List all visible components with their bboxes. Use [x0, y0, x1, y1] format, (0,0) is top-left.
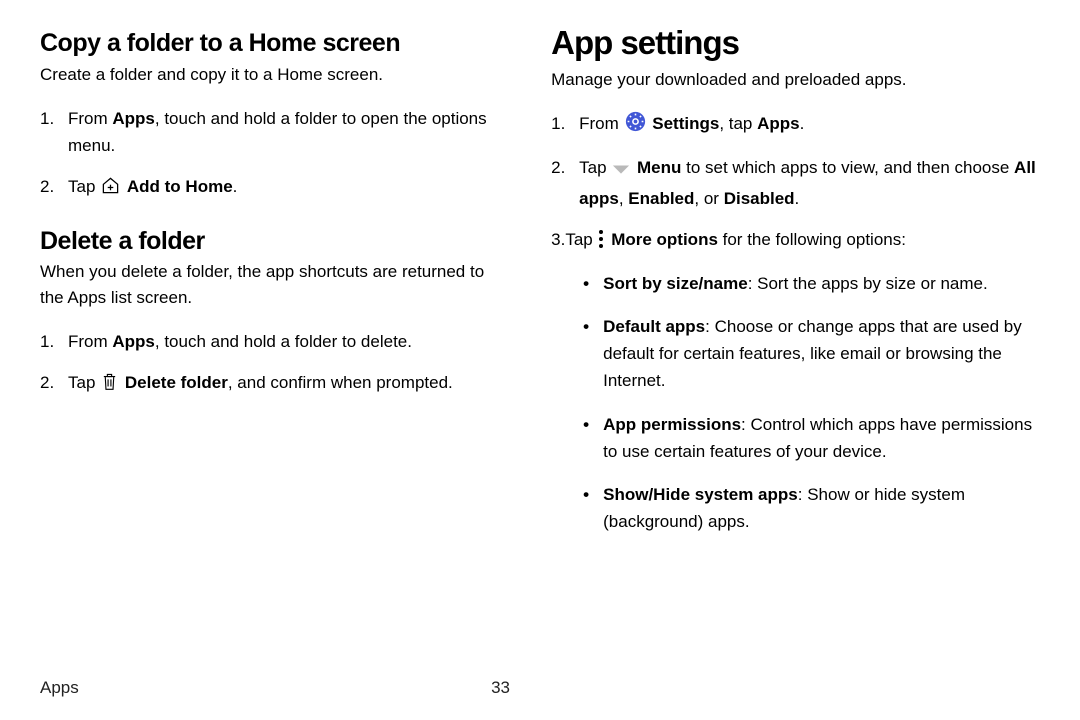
bold-label: Show/Hide system apps — [603, 485, 798, 504]
step-text: From Apps, touch and hold a folder to op… — [68, 105, 509, 159]
step-number: 3. — [551, 226, 565, 256]
home-plus-icon — [101, 176, 120, 203]
bold-apps: Apps — [757, 114, 800, 133]
step-text: From Settings, tap Apps. — [579, 110, 804, 140]
step-1: 1. From Settings, tap Apps. — [551, 110, 1040, 140]
intro-copy-folder: Create a folder and copy it to a Home sc… — [40, 62, 509, 88]
bold-menu: Menu — [637, 158, 681, 177]
bullet-text: App permissions: Control which apps have… — [603, 411, 1040, 465]
text-fragment: Tap — [68, 373, 100, 392]
text-fragment: . — [233, 177, 238, 196]
footer-section: Apps — [40, 678, 79, 698]
step-2: 2. Tap Add to Home. — [40, 173, 509, 203]
text-fragment: , and confirm when prompted. — [228, 373, 453, 392]
intro-delete-folder: When you delete a folder, the app shortc… — [40, 259, 509, 310]
text-fragment: , tap — [719, 114, 757, 133]
right-column: App settings Manage your downloaded and … — [551, 30, 1040, 660]
text-fragment: Tap — [68, 177, 100, 196]
bullet-sort: • Sort by size/name: Sort the apps by si… — [579, 270, 1040, 297]
step-number: 2. — [551, 154, 579, 211]
bold-apps: Apps — [112, 332, 155, 351]
text-fragment: , or — [694, 189, 723, 208]
bold-apps: Apps — [112, 109, 155, 128]
step-number: 1. — [551, 110, 579, 140]
text-fragment: to set which apps to view, and then choo… — [681, 158, 1014, 177]
text-fragment: From — [68, 332, 112, 351]
bold-add-to-home: Add to Home — [127, 177, 233, 196]
text-fragment: Tap — [579, 158, 611, 177]
step-text: Tap Add to Home. — [68, 173, 237, 203]
steps-app-settings: 1. From Settings, tap Apps. 2. Tap Menu … — [551, 110, 1040, 551]
page-footer: Apps 33 — [40, 678, 510, 698]
step-number: 1. — [40, 105, 68, 159]
chevron-down-icon — [612, 157, 630, 184]
bullet-marker: • — [579, 313, 603, 395]
left-column: Copy a folder to a Home screen Create a … — [40, 30, 509, 660]
bold-disabled: Disabled — [724, 189, 795, 208]
bullet-default-apps: • Default apps: Choose or change apps th… — [579, 313, 1040, 395]
text-fragment: . — [795, 189, 800, 208]
step-text: Tap More options for the following optio… — [565, 226, 906, 256]
trash-icon — [101, 372, 118, 399]
bullet-marker: • — [579, 481, 603, 535]
bold-label: App permissions — [603, 415, 741, 434]
heading-copy-folder: Copy a folder to a Home screen — [40, 30, 509, 58]
bullet-show-hide: • Show/Hide system apps: Show or hide sy… — [579, 481, 1040, 535]
text-fragment: From — [68, 109, 112, 128]
bullet-marker: • — [579, 270, 603, 297]
text-fragment: Tap — [565, 230, 597, 249]
steps-delete-folder: 1. From Apps, touch and hold a folder to… — [40, 328, 509, 399]
step-text: Tap Menu to set which apps to view, and … — [579, 154, 1040, 211]
sub-bullets: • Sort by size/name: Sort the apps by si… — [579, 270, 1040, 552]
text-fragment: : Sort the apps by size or name. — [748, 274, 988, 293]
footer-page-number: 33 — [491, 678, 510, 698]
step-1: 1. From Apps, touch and hold a folder to… — [40, 105, 509, 159]
bold-more-options: More options — [611, 230, 718, 249]
step-text: From Apps, touch and hold a folder to de… — [68, 328, 412, 355]
step-2: 2. Tap Delete folder, and confirm when p… — [40, 369, 509, 399]
step-number: 2. — [40, 369, 68, 399]
text-fragment: . — [800, 114, 805, 133]
text-fragment: , touch and hold a folder to delete. — [155, 332, 412, 351]
bold-enabled: Enabled — [628, 189, 694, 208]
step-number: 2. — [40, 173, 68, 203]
bold-delete-folder: Delete folder — [125, 373, 228, 392]
intro-app-settings: Manage your downloaded and preloaded app… — [551, 67, 1040, 93]
bullet-text: Sort by size/name: Sort the apps by size… — [603, 270, 988, 297]
bullet-permissions: • App permissions: Control which apps ha… — [579, 411, 1040, 465]
heading-app-settings: App settings — [551, 26, 1040, 61]
more-options-icon — [598, 229, 604, 256]
steps-copy-folder: 1. From Apps, touch and hold a folder to… — [40, 105, 509, 204]
text-fragment: , — [619, 189, 628, 208]
step-number: 1. — [40, 328, 68, 355]
heading-delete-folder: Delete a folder — [40, 228, 509, 256]
bullet-marker: • — [579, 411, 603, 465]
bullet-text: Show/Hide system apps: Show or hide syst… — [603, 481, 1040, 535]
bold-settings: Settings — [652, 114, 719, 133]
step-3: 3. Tap More options for the following op… — [551, 226, 1040, 552]
bold-label: Default apps — [603, 317, 705, 336]
step-text: Tap Delete folder, and confirm when prom… — [68, 369, 453, 399]
settings-gear-icon — [625, 111, 646, 140]
text-fragment: From — [579, 114, 623, 133]
bullet-text: Default apps: Choose or change apps that… — [603, 313, 1040, 395]
bold-label: Sort by size/name — [603, 274, 748, 293]
step-1: 1. From Apps, touch and hold a folder to… — [40, 328, 509, 355]
two-column-layout: Copy a folder to a Home screen Create a … — [40, 30, 1040, 660]
step-2: 2. Tap Menu to set which apps to view, a… — [551, 154, 1040, 211]
text-fragment: for the following options: — [718, 230, 906, 249]
